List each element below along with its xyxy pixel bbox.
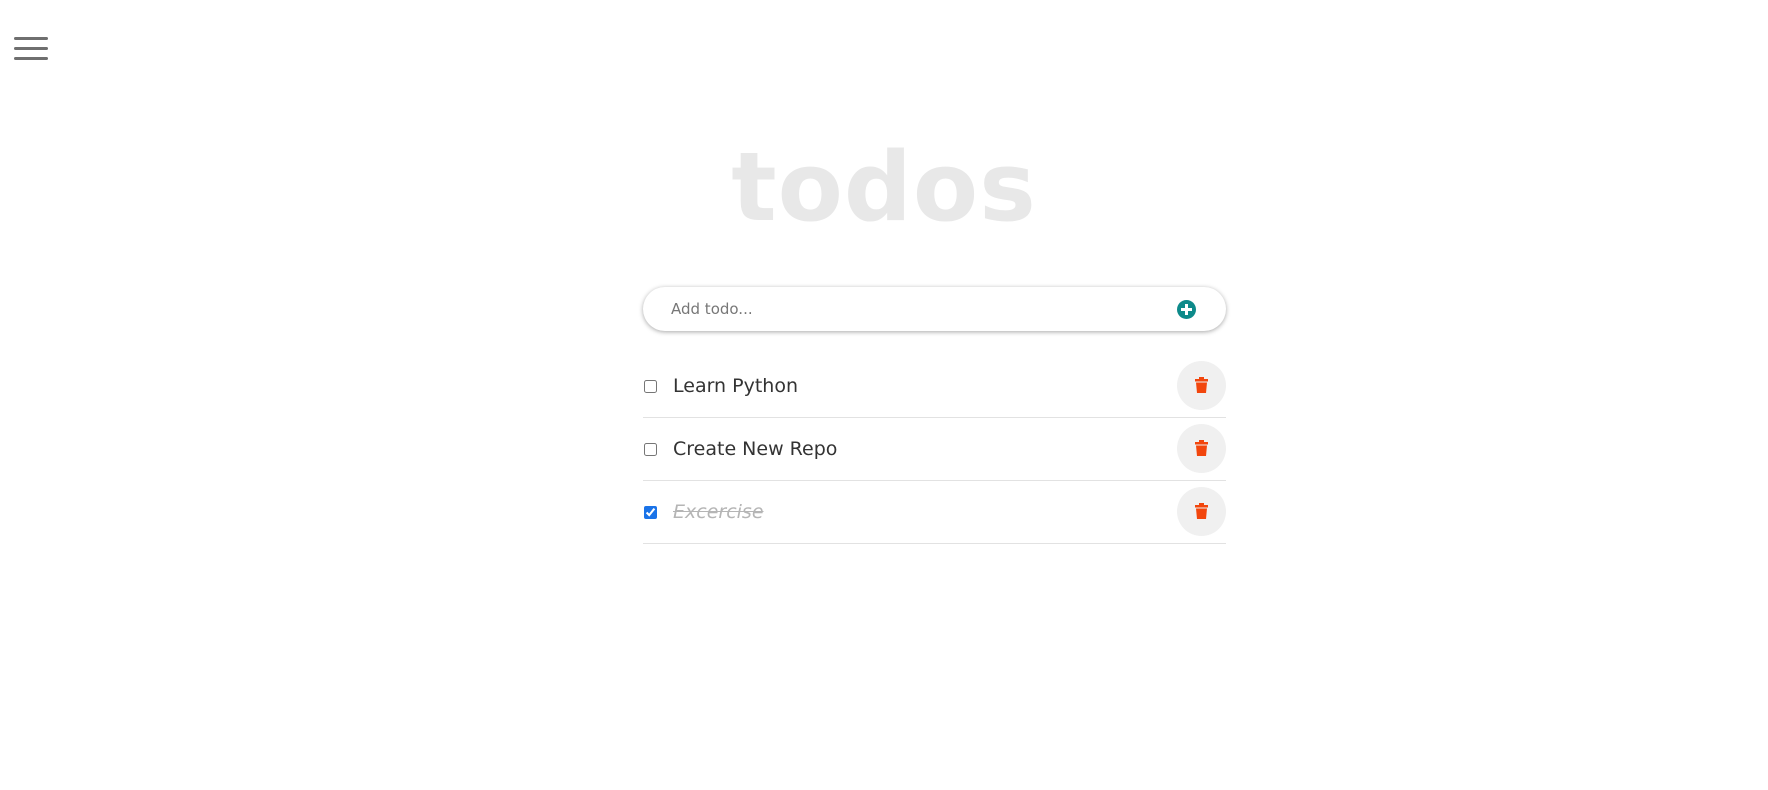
page-title: todos xyxy=(731,133,1037,243)
todo-item: Excercise xyxy=(643,482,1226,544)
menu-bar xyxy=(14,47,48,50)
add-todo-input[interactable] xyxy=(671,287,1151,331)
delete-button[interactable] xyxy=(1177,487,1226,536)
trash-icon xyxy=(1195,377,1208,393)
todo-checkbox[interactable] xyxy=(644,380,657,393)
todo-list: Learn Python Create New Repo Excercise xyxy=(643,356,1226,544)
menu-bar xyxy=(14,37,48,40)
todo-item: Learn Python xyxy=(643,356,1226,418)
todo-text: Create New Repo xyxy=(673,438,838,460)
trash-icon xyxy=(1195,503,1208,519)
trash-icon xyxy=(1195,440,1208,456)
todo-text: Excercise xyxy=(673,501,764,523)
plus-circle-icon[interactable] xyxy=(1177,300,1196,319)
todo-checkbox[interactable] xyxy=(644,443,657,456)
delete-button[interactable] xyxy=(1177,361,1226,410)
menu-bar xyxy=(14,57,48,60)
hamburger-menu-icon[interactable] xyxy=(14,35,48,63)
todo-app: Learn Python Create New Repo xyxy=(643,287,1226,545)
add-todo-form xyxy=(643,287,1226,331)
delete-button[interactable] xyxy=(1177,424,1226,473)
todo-checkbox[interactable] xyxy=(644,506,657,519)
todo-item: Create New Repo xyxy=(643,419,1226,481)
todo-text: Learn Python xyxy=(673,375,799,397)
